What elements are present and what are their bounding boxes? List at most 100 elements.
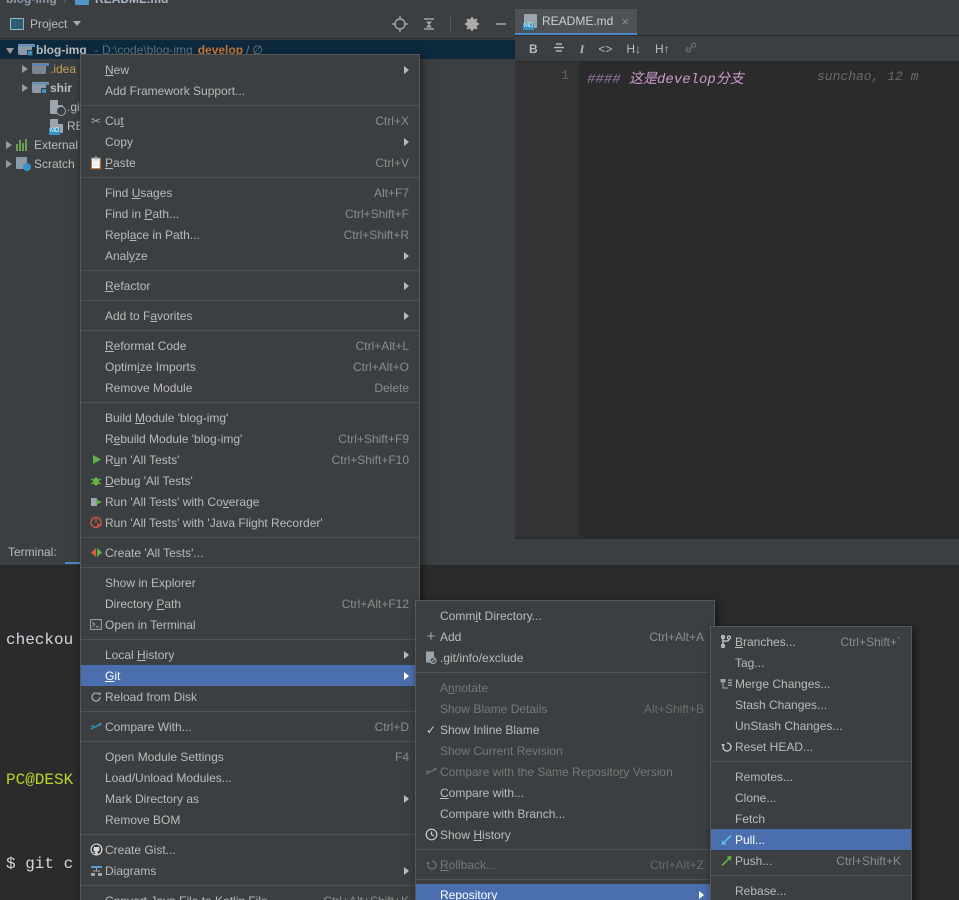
project-title-group[interactable]: Project: [10, 16, 82, 31]
menu-item-open-module-settings[interactable]: Open Module Settings F4: [81, 746, 419, 767]
menu-item-directory-path[interactable]: Directory Path Ctrl+Alt+F12: [81, 593, 419, 614]
menu-item-open-in-terminal[interactable]: Open in Terminal: [81, 614, 419, 635]
menu-separator: [711, 761, 911, 762]
menu-item-rebase[interactable]: Rebase...: [711, 880, 911, 900]
menu-item-compare-with[interactable]: Compare With... Ctrl+D: [81, 716, 419, 737]
menu-item-add-framework-support[interactable]: Add Framework Support...: [81, 80, 419, 101]
menu-item-unstash-changes[interactable]: UnStash Changes...: [711, 715, 911, 736]
menu-item-add[interactable]: + Add Ctrl+Alt+A: [416, 626, 714, 647]
menu-item-find-usages[interactable]: Find Usages Alt+F7: [81, 182, 419, 203]
menu-item-compare-with[interactable]: Compare with...: [416, 782, 714, 803]
menu-item-reformat-code[interactable]: Reformat Code Ctrl+Alt+L: [81, 335, 419, 356]
strikethrough-button[interactable]: [552, 41, 566, 56]
terminal-tab[interactable]: [64, 541, 81, 564]
menu-item-rebuild-module[interactable]: Rebuild Module 'blog-img' Ctrl+Shift+F9: [81, 428, 419, 449]
heading-down-button[interactable]: H↓: [626, 43, 641, 55]
menu-item-branches[interactable]: Branches... Ctrl+Shift+`: [711, 631, 911, 652]
menu-item-pull[interactable]: Pull...: [711, 829, 911, 850]
reset-icon: [717, 741, 735, 753]
menu-separator: [81, 711, 419, 712]
menu-item-remotes[interactable]: Remotes...: [711, 766, 911, 787]
menu-item-mark-directory-as[interactable]: Mark Directory as: [81, 788, 419, 809]
editor-body[interactable]: 1 #### 这是develop分支 sunchao, 12 m: [515, 62, 959, 537]
menu-item-run-with-coverage[interactable]: Run 'All Tests' with Coverage: [81, 491, 419, 512]
terminal-label: Terminal:: [8, 545, 57, 559]
italic-button[interactable]: I: [580, 43, 585, 55]
expand-arrow-icon[interactable]: [22, 83, 28, 92]
menu-item-reset-head[interactable]: Reset HEAD...: [711, 736, 911, 757]
expand-arrow-icon[interactable]: [6, 159, 12, 168]
expand-arrow-icon[interactable]: [22, 64, 28, 73]
menu-item-paste[interactable]: 📋 Paste Ctrl+V: [81, 152, 419, 173]
menu-item-show-inline-blame[interactable]: ✓ Show Inline Blame: [416, 719, 714, 740]
menu-item-create-all-tests[interactable]: Create 'All Tests'...: [81, 542, 419, 563]
code-line-1[interactable]: #### 这是develop分支: [587, 68, 744, 88]
menu-item-clone[interactable]: Clone...: [711, 787, 911, 808]
menu-separator: [81, 885, 419, 886]
menu-item-tag[interactable]: Tag...: [711, 652, 911, 673]
menu-item-add-to-favorites[interactable]: Add to Favorites: [81, 305, 419, 326]
menu-item-annotate: Annotate: [440, 680, 489, 695]
rollback-icon: [422, 859, 440, 871]
menu-item-git-info-exclude[interactable]: .git/info/exclude: [416, 647, 714, 668]
menu-item-debug-all-tests[interactable]: Debug 'All Tests': [81, 470, 419, 491]
chevron-down-icon[interactable]: [73, 21, 82, 26]
menu-item-convert-java-to-kotlin[interactable]: Convert Java File to Kotlin FileCtrl+Alt…: [81, 890, 419, 900]
expand-arrow-icon[interactable]: [6, 47, 14, 54]
menu-item-reload-from-disk[interactable]: Reload from Disk: [81, 686, 419, 707]
menu-separator: [81, 639, 419, 640]
context-menu-git[interactable]: Commit Directory... + Add Ctrl+Alt+A .git/…: [415, 600, 715, 900]
breadcrumb-project[interactable]: blog-img: [6, 0, 57, 6]
menu-item-run-with-jfr[interactable]: Run 'All Tests' with 'Java Flight Record…: [81, 512, 419, 533]
menu-item-optimize-imports[interactable]: Optimize Imports Ctrl+Alt+O: [81, 356, 419, 377]
editor-area: README.md × B I <> H↓ H↑ 1 #### 这是develo…: [515, 9, 959, 539]
menu-item-compare-same-repo-version: Compare with the Same Repository Version: [416, 761, 714, 782]
close-icon[interactable]: ×: [621, 14, 629, 29]
compare-icon: [87, 721, 105, 732]
expand-arrow-icon[interactable]: [6, 140, 12, 149]
context-menu-repository[interactable]: Branches... Ctrl+Shift+` Tag... Merge Cha…: [710, 626, 912, 900]
menu-item-remove-module[interactable]: Remove Module Delete: [81, 377, 419, 398]
menu-item-local-history[interactable]: Local History: [81, 644, 419, 665]
merge-icon: [717, 678, 735, 690]
bold-button[interactable]: B: [529, 43, 538, 55]
menu-item-compare-with-branch[interactable]: Compare with Branch...: [416, 803, 714, 824]
menu-item-git[interactable]: Git: [81, 665, 419, 686]
project-panel-title: Project: [30, 16, 68, 31]
menu-item-repository[interactable]: Repository: [416, 884, 714, 900]
menu-item-replace-in-path[interactable]: Replace in Path... Ctrl+Shift+R: [81, 224, 419, 245]
menu-item-build-module[interactable]: Build Module 'blog-img': [81, 407, 419, 428]
menu-item-run-all-tests[interactable]: Run 'All Tests' Ctrl+Shift+F10: [81, 449, 419, 470]
link-button[interactable]: [684, 41, 698, 56]
context-menu-project[interactable]: New Add Framework Support... ✂ Cut Ctrl+X …: [80, 54, 420, 900]
menu-item-load-unload-modules[interactable]: Load/Unload Modules...: [81, 767, 419, 788]
heading-up-button[interactable]: H↑: [655, 43, 670, 55]
menu-item-analyze[interactable]: Analyze: [81, 245, 419, 266]
project-view-icon: [10, 17, 24, 30]
menu-item-merge-changes[interactable]: Merge Changes...: [711, 673, 911, 694]
menu-item-cut[interactable]: ✂ Cut Ctrl+X: [81, 110, 419, 131]
menu-item-create-gist[interactable]: Create Gist...: [81, 839, 419, 860]
locate-icon[interactable]: [392, 16, 408, 32]
collapse-all-icon[interactable]: [421, 16, 437, 32]
breadcrumb-file[interactable]: README.md: [95, 0, 168, 6]
menu-item-remove-bom[interactable]: Remove BOM: [81, 809, 419, 830]
breadcrumb-separator: /: [64, 0, 67, 6]
menu-separator: [81, 270, 419, 271]
editor-tabs-bar: README.md ×: [515, 9, 959, 36]
code-button[interactable]: <>: [598, 43, 612, 55]
tab-readme-md[interactable]: README.md ×: [515, 9, 637, 35]
menu-item-find-in-path[interactable]: Find in Path... Ctrl+Shift+F: [81, 203, 419, 224]
menu-item-show-in-explorer[interactable]: Show in Explorer: [81, 572, 419, 593]
menu-item-stash-changes[interactable]: Stash Changes...: [711, 694, 911, 715]
menu-item-copy[interactable]: Copy: [81, 131, 419, 152]
gear-icon[interactable]: [464, 16, 480, 32]
menu-item-commit-directory[interactable]: Commit Directory...: [416, 605, 714, 626]
menu-item-new[interactable]: New: [81, 59, 419, 80]
menu-item-show-history[interactable]: Show History: [416, 824, 714, 845]
menu-item-diagrams[interactable]: Diagrams: [81, 860, 419, 881]
menu-item-fetch[interactable]: Fetch: [711, 808, 911, 829]
menu-item-refactor[interactable]: Refactor: [81, 275, 419, 296]
minimize-icon[interactable]: [493, 16, 509, 32]
menu-item-push[interactable]: Push... Ctrl+Shift+K: [711, 850, 911, 871]
